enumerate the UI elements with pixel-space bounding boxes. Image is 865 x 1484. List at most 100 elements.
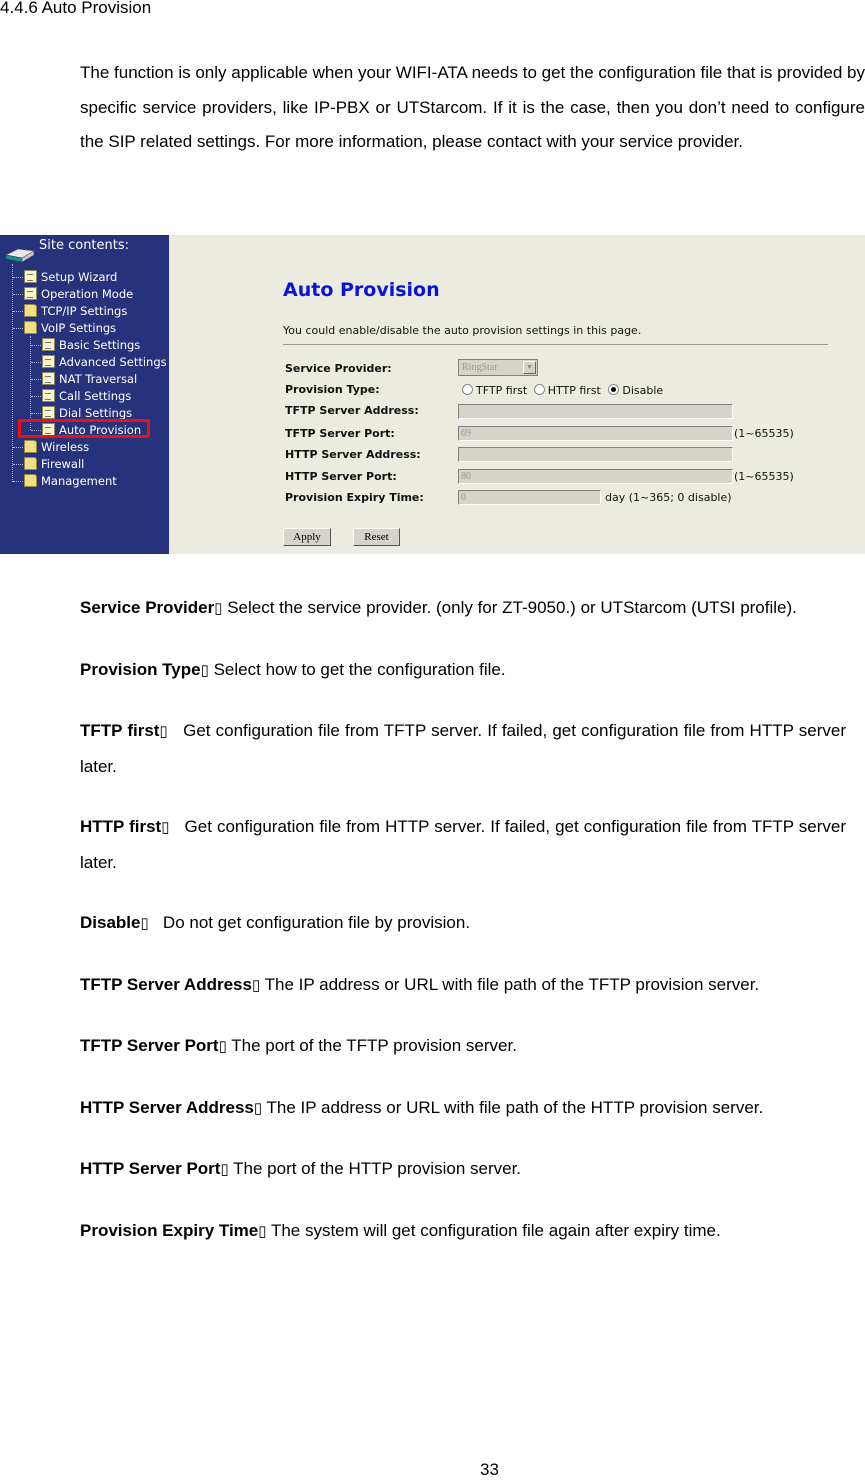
tree-line: [13, 447, 23, 448]
chevron-down-icon[interactable]: ▼: [523, 361, 536, 374]
definition-text: The IP address or URL with file path of …: [262, 1097, 764, 1117]
tree-line: [31, 396, 41, 397]
document-icon: [42, 338, 55, 351]
radio-disable[interactable]: [608, 384, 620, 395]
definition-item: Provision Type▯ Select how to get the co…: [80, 653, 846, 689]
sidebar-item-call-settings[interactable]: Call Settings: [42, 388, 131, 404]
definition-separator: ▯: [159, 723, 168, 740]
site-contents-title: Site contents:: [39, 238, 130, 253]
http-server-address-label: HTTP Server Address:: [285, 448, 421, 461]
radio-http-first-label: HTTP first: [547, 384, 601, 397]
sidebar-item-label: TCP/IP Settings: [41, 304, 128, 318]
definition-separator: ▯: [253, 1099, 263, 1117]
highlight-box: [18, 419, 150, 438]
sidebar-item-label: Setup Wizard: [41, 270, 118, 284]
http-port-hint: (1~65535): [734, 470, 794, 483]
tree-line: [30, 336, 31, 430]
definition-separator: ▯: [140, 915, 149, 932]
sidebar-item-wireless[interactable]: Wireless: [24, 439, 89, 455]
tftp-server-address-input[interactable]: [458, 404, 733, 419]
definition-text: Select the service provider. (only for Z…: [222, 598, 797, 617]
http-server-address-input[interactable]: [458, 447, 733, 462]
tftp-server-port-input[interactable]: 69: [458, 426, 733, 441]
http-server-port-input[interactable]: 80: [458, 469, 733, 484]
document-icon: [42, 355, 55, 368]
ui-screenshot-figure: Site contents: Setup Wizard Operation Mod…: [0, 235, 865, 554]
sidebar-item-label: VoIP Settings: [41, 321, 117, 335]
definition-item: Provision Expiry Time▯ The system will g…: [80, 1214, 846, 1250]
provision-expiry-time-input[interactable]: 0: [458, 490, 601, 505]
sidebar-item-label: Management: [41, 474, 117, 488]
definition-item: HTTP first▯ Get configuration file from …: [80, 810, 846, 880]
definition-text: The IP address or URL with file path of …: [260, 974, 760, 994]
sidebar-item-advanced-settings[interactable]: Advanced Settings: [42, 354, 167, 370]
definition-separator: ▯: [258, 1222, 267, 1240]
definition-text: Do not get configuration file by provisi…: [148, 913, 471, 932]
reset-button[interactable]: Reset: [353, 528, 400, 546]
service-provider-select[interactable]: RingStar ▼: [458, 359, 538, 376]
definition-text: Select how to get the configuration file…: [208, 659, 506, 679]
sidebar-item-operation-mode[interactable]: Operation Mode: [24, 286, 133, 302]
definition-term: TFTP first: [80, 721, 160, 740]
document-icon: [42, 372, 55, 385]
sidebar-item-voip-settings[interactable]: VoIP Settings: [24, 320, 116, 336]
definition-term: TFTP Server Port: [80, 1036, 219, 1055]
http-server-port-label: HTTP Server Port:: [285, 470, 397, 483]
provision-type-label: Provision Type:: [285, 383, 380, 396]
sidebar-item-basic-settings[interactable]: Basic Settings: [42, 337, 140, 353]
definition-item: TFTP first▯ Get configuration file from …: [80, 714, 846, 784]
sidebar-item-label: Advanced Settings: [59, 355, 167, 369]
sidebar-item-label: Basic Settings: [59, 338, 141, 352]
sidebar-item-management[interactable]: Management: [24, 473, 117, 489]
tree-line: [13, 481, 23, 482]
tftp-server-port-label: TFTP Server Port:: [285, 427, 395, 440]
sidebar-item-firewall[interactable]: Firewall: [24, 456, 84, 472]
tree-line: [13, 294, 23, 295]
document-icon: [24, 287, 37, 300]
definition-term: TFTP Server Address: [80, 974, 252, 994]
panel-description: You could enable/disable the auto provis…: [283, 324, 642, 337]
sidebar-item-label: Call Settings: [59, 389, 132, 403]
definitions-list: Service Provider ▯ Select the service pro…: [80, 591, 846, 1275]
definition-text: The system will get configuration file a…: [266, 1220, 721, 1240]
definition-separator: ▯: [251, 976, 261, 994]
tftp-port-hint: (1~65535): [734, 427, 794, 440]
intro-paragraph: The function is only applicable when you…: [80, 56, 865, 160]
document-icon: [24, 270, 37, 283]
definition-term: HTTP first: [80, 817, 162, 836]
definition-item: HTTP Server Port▯ The port of the HTTP p…: [80, 1152, 846, 1188]
sidebar-item-label: Wireless: [41, 440, 90, 454]
panel-title: Auto Provision: [283, 279, 440, 301]
tree-line: [31, 345, 41, 346]
definition-separator: ▯: [200, 661, 209, 679]
divider: [283, 344, 828, 345]
apply-button[interactable]: Apply: [283, 528, 331, 546]
tree-line: [31, 413, 41, 414]
definition-term: Service Provider: [80, 598, 215, 617]
service-provider-label: Service Provider:: [285, 362, 392, 375]
folder-icon: [24, 474, 37, 487]
tree-line: [13, 277, 23, 278]
definition-item: HTTP Server Address▯ The IP address or U…: [80, 1091, 846, 1127]
sidebar-item-label: Dial Settings: [59, 406, 133, 420]
radio-tftp-first[interactable]: [462, 384, 473, 395]
document-icon: [42, 389, 55, 402]
sidebar-item-label: Firewall: [41, 457, 85, 471]
intro-text: The function is only applicable when you…: [80, 63, 865, 151]
folder-icon: [24, 457, 37, 470]
radio-http-first[interactable]: [533, 384, 545, 395]
sidebar-item-tcp-ip-settings[interactable]: TCP/IP Settings: [24, 303, 127, 319]
tree-line: [13, 328, 23, 329]
folder-open-icon: [24, 321, 37, 334]
sidebar-item-label: Operation Mode: [41, 287, 134, 301]
page-number: 33: [480, 1460, 499, 1479]
sidebar-item-setup-wizard[interactable]: Setup Wizard: [24, 269, 117, 285]
definition-text: Get configuration file from HTTP server.…: [80, 817, 851, 872]
tree-line: [31, 362, 41, 363]
tree-line: [31, 379, 41, 380]
definition-item: Disable▯ Do not get configuration file b…: [80, 906, 846, 942]
service-provider-value: RingStar: [462, 362, 498, 373]
sidebar-item-label: NAT Traversal: [59, 372, 138, 386]
tree-line: [13, 311, 23, 312]
sidebar-item-nat-traversal[interactable]: NAT Traversal: [42, 371, 137, 387]
